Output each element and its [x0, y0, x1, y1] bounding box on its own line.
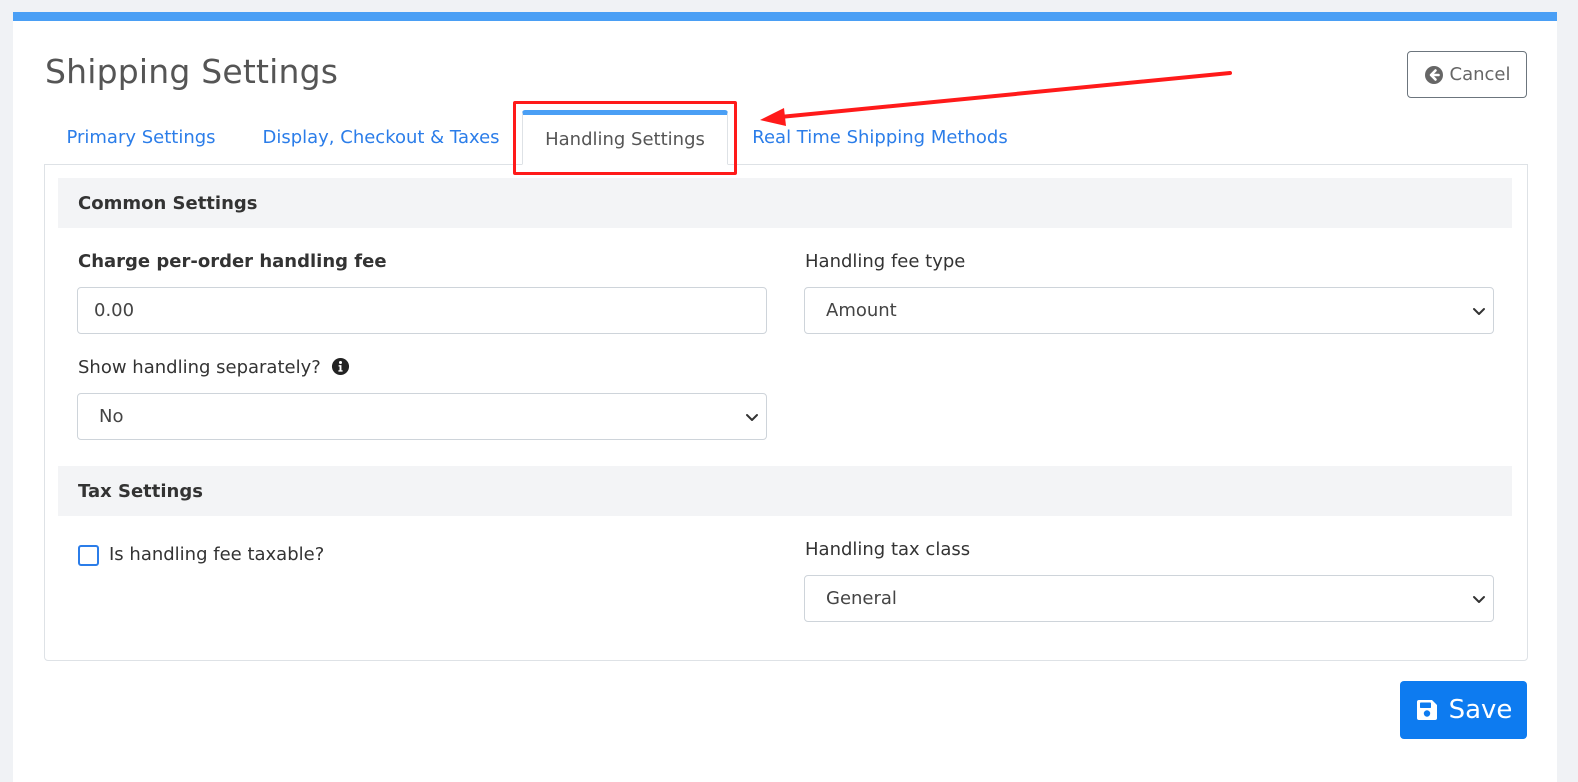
handling-fee-input[interactable]: [77, 287, 767, 334]
floppy-disk-icon: [1415, 698, 1439, 722]
handling-fee-label: Charge per-order handling fee: [78, 251, 387, 272]
tax-settings-header: Tax Settings: [58, 466, 1512, 516]
chevron-down-icon: [1473, 596, 1485, 603]
cancel-button[interactable]: Cancel: [1407, 51, 1527, 98]
handling-taxable-label: Is handling fee taxable?: [109, 544, 325, 565]
handling-fee-type-value: Amount: [826, 300, 897, 321]
save-button[interactable]: Save: [1400, 681, 1527, 739]
handling-tax-class-select[interactable]: General: [804, 575, 1494, 622]
save-label: Save: [1448, 695, 1513, 725]
handling-taxable-checkbox[interactable]: [78, 545, 99, 566]
page-title: Shipping Settings: [45, 52, 339, 91]
cancel-label: Cancel: [1449, 64, 1511, 85]
tab-handling-settings[interactable]: Handling Settings: [522, 110, 728, 165]
common-settings-header: Common Settings: [58, 178, 1512, 228]
handling-tax-class-value: General: [826, 588, 897, 609]
handling-fee-type-select[interactable]: Amount: [804, 287, 1494, 334]
settings-tabs: Primary Settings Display, Checkout & Tax…: [45, 110, 1145, 165]
show-separately-label: Show handling separately?: [78, 357, 350, 378]
tab-display-checkout-taxes[interactable]: Display, Checkout & Taxes: [250, 110, 512, 165]
show-separately-text: Show handling separately?: [78, 357, 321, 378]
info-circle-icon[interactable]: [331, 357, 350, 376]
chevron-down-icon: [746, 414, 758, 421]
tab-real-time-shipping-methods[interactable]: Real Time Shipping Methods: [740, 110, 1020, 165]
show-separately-select[interactable]: No: [77, 393, 767, 440]
chevron-down-icon: [1473, 308, 1485, 315]
handling-fee-type-label: Handling fee type: [805, 251, 966, 272]
tab-primary-settings[interactable]: Primary Settings: [45, 110, 237, 165]
show-separately-value: No: [99, 406, 124, 427]
handling-tax-class-label: Handling tax class: [805, 539, 971, 560]
arrow-circle-left-icon: [1424, 65, 1444, 85]
